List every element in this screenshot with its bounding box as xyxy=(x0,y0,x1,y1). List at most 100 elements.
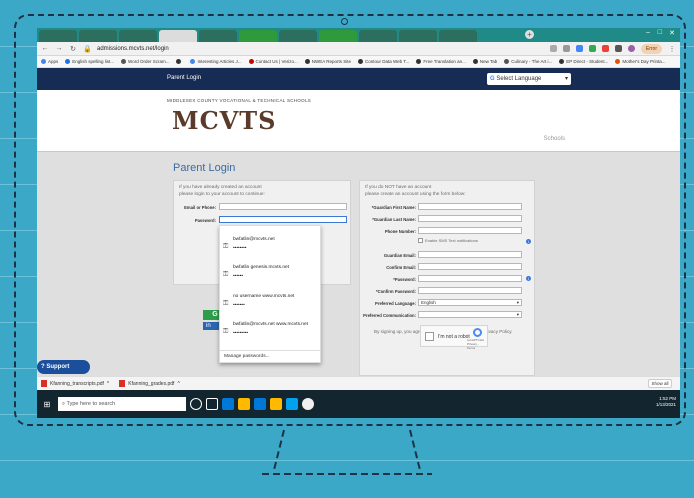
info-icon[interactable]: i xyxy=(526,276,531,281)
browser-tab[interactable] xyxy=(319,30,357,42)
language-select[interactable]: G Select Language ▾ xyxy=(487,73,571,85)
bookmark-item[interactable]: Interesting Articles J... xyxy=(190,59,242,64)
browser-tab[interactable] xyxy=(359,30,397,42)
bookmark-item[interactable]: Word Order Scram... xyxy=(121,59,169,64)
close-icon[interactable]: ✕ xyxy=(669,29,675,37)
email-field[interactable] xyxy=(219,203,347,210)
bookmark-icon xyxy=(190,59,196,64)
chevron-up-icon[interactable]: ^ xyxy=(107,381,109,387)
browser-tab-active[interactable] xyxy=(159,30,197,42)
recaptcha-checkbox[interactable] xyxy=(425,332,434,341)
avatar[interactable] xyxy=(627,45,635,52)
browser-tab[interactable] xyxy=(239,30,277,42)
lock-icon: 🔒 xyxy=(83,45,92,53)
extension-icon[interactable] xyxy=(601,45,609,52)
key-icon: ⚿ xyxy=(223,300,229,307)
bookmark-item[interactable] xyxy=(176,59,183,64)
key-icon[interactable] xyxy=(549,45,557,52)
phone-field[interactable] xyxy=(418,227,522,234)
bookmark-icon xyxy=(504,59,510,64)
extension-icon[interactable] xyxy=(575,45,583,52)
last-name-label: *Guardian Last Name: xyxy=(372,217,416,222)
phone-label: Phone Number: xyxy=(384,229,416,234)
mail-icon[interactable] xyxy=(286,398,298,410)
confirm-email-field[interactable] xyxy=(418,263,522,270)
extension-icon[interactable] xyxy=(588,45,596,52)
bookmark-icon xyxy=(41,59,46,64)
bookmark-icon xyxy=(472,59,478,64)
key-icon: ⚿ xyxy=(223,271,229,278)
saved-password-item[interactable]: ⚿ bwfatlin@mcvts.net •••••••• xyxy=(223,234,319,256)
bookmark-item[interactable]: Apps xyxy=(41,59,58,64)
bookmark-item[interactable]: Contour Data Web T... xyxy=(357,59,409,64)
recaptcha-links[interactable]: Privacy - Terms xyxy=(467,342,487,350)
bookmark-item[interactable]: New Tab xyxy=(472,59,497,64)
folder-icon[interactable] xyxy=(270,398,282,410)
schools-link[interactable]: Schools xyxy=(544,136,565,142)
menu-icon[interactable]: ⋮ xyxy=(668,45,676,53)
bookmark-item[interactable]: Free Translation an... xyxy=(416,59,466,64)
browser-tab[interactable] xyxy=(79,30,117,42)
url-field[interactable]: admissions.mcvts.net/login xyxy=(97,46,544,52)
system-tray[interactable]: 1:52 PM 1/13/2021 xyxy=(656,396,676,408)
browser-tab[interactable] xyxy=(439,30,477,42)
bookmark-item[interactable]: Mother's Day Printa... xyxy=(615,59,666,64)
first-name-field[interactable] xyxy=(418,203,522,210)
last-name-field[interactable] xyxy=(418,215,522,222)
sms-checkbox[interactable] xyxy=(418,238,423,243)
back-icon[interactable]: ← xyxy=(41,45,49,52)
saved-password-item[interactable]: ⚿ no username www.mcvts.net ••••••• xyxy=(223,291,319,313)
pdf-icon xyxy=(41,380,47,387)
browser-tab[interactable] xyxy=(199,30,237,42)
reg-password-field[interactable] xyxy=(418,275,522,282)
edge-icon[interactable] xyxy=(222,398,234,410)
guardian-email-field[interactable] xyxy=(418,251,522,258)
show-all-button[interactable]: Show all xyxy=(648,379,672,388)
edit-button[interactable]: Error xyxy=(640,43,662,54)
language-label: Preferred Language: xyxy=(375,301,416,306)
support-button[interactable]: ? Support xyxy=(37,360,90,374)
cortana-icon[interactable] xyxy=(190,398,202,410)
bookmark-item[interactable]: Culinary - The Art i... xyxy=(504,59,552,64)
password-field[interactable] xyxy=(219,216,347,223)
divider xyxy=(220,350,320,351)
taskbar-search-input[interactable]: ⌕ Type here to search xyxy=(58,397,186,411)
preferred-language-select[interactable]: English ▾ xyxy=(418,299,522,306)
info-icon[interactable]: i xyxy=(526,239,531,244)
bookmark-icon xyxy=(121,59,127,64)
browser-tab[interactable] xyxy=(399,30,437,42)
bookmark-item[interactable]: English spelling list... xyxy=(65,59,114,64)
minimize-icon[interactable]: – xyxy=(646,29,650,36)
email-label: Guardian Email: xyxy=(383,253,416,258)
download-item[interactable]: Kfanning_transcripts.pdf ^ xyxy=(41,380,109,387)
maximize-icon[interactable]: □ xyxy=(658,29,662,36)
new-tab-icon[interactable]: + xyxy=(525,30,534,39)
bookmark-icon xyxy=(248,59,254,64)
star-icon[interactable] xyxy=(562,45,570,52)
task-view-icon[interactable] xyxy=(206,398,218,410)
store-icon[interactable] xyxy=(254,398,266,410)
bookmark-item[interactable]: NWEA Reports Site xyxy=(304,59,351,64)
preferred-communication-select[interactable]: ▾ xyxy=(418,311,522,318)
forward-icon[interactable]: → xyxy=(55,45,63,52)
chrome-icon[interactable] xyxy=(302,398,314,410)
reg-password-label: *Password: xyxy=(393,277,416,282)
puzzle-icon[interactable] xyxy=(614,45,622,52)
browser-tab[interactable] xyxy=(119,30,157,42)
confirm-password-field[interactable] xyxy=(418,287,522,294)
reload-icon[interactable]: ↻ xyxy=(69,45,77,53)
saved-password-item[interactable]: ⚿ bwfatlin genesis.mcvts.net •••••• xyxy=(223,262,319,284)
browser-tab[interactable] xyxy=(279,30,317,42)
windows-start-icon[interactable]: ⊞ xyxy=(40,400,54,409)
browser-tab[interactable] xyxy=(39,30,77,42)
mcvts-logo[interactable]: MCVTS xyxy=(172,106,276,135)
file-explorer-icon[interactable] xyxy=(238,398,250,410)
browser-tab-bar: + – □ ✕ xyxy=(37,28,680,42)
bookmark-item[interactable]: Contact Us | Verizo... xyxy=(248,59,298,64)
bookmark-item[interactable]: EP Direct - Student... xyxy=(559,59,608,64)
download-item[interactable]: Kfanning_grades.pdf ^ xyxy=(119,380,180,387)
saved-password-item[interactable]: ⚿ bwfatlin@mcvts.net www.mcvts.net •••••… xyxy=(223,319,319,341)
manage-passwords-link[interactable]: Manage passwords... xyxy=(224,354,270,359)
email-label: Email or Phone: xyxy=(184,205,216,210)
chevron-up-icon[interactable]: ^ xyxy=(177,381,179,387)
